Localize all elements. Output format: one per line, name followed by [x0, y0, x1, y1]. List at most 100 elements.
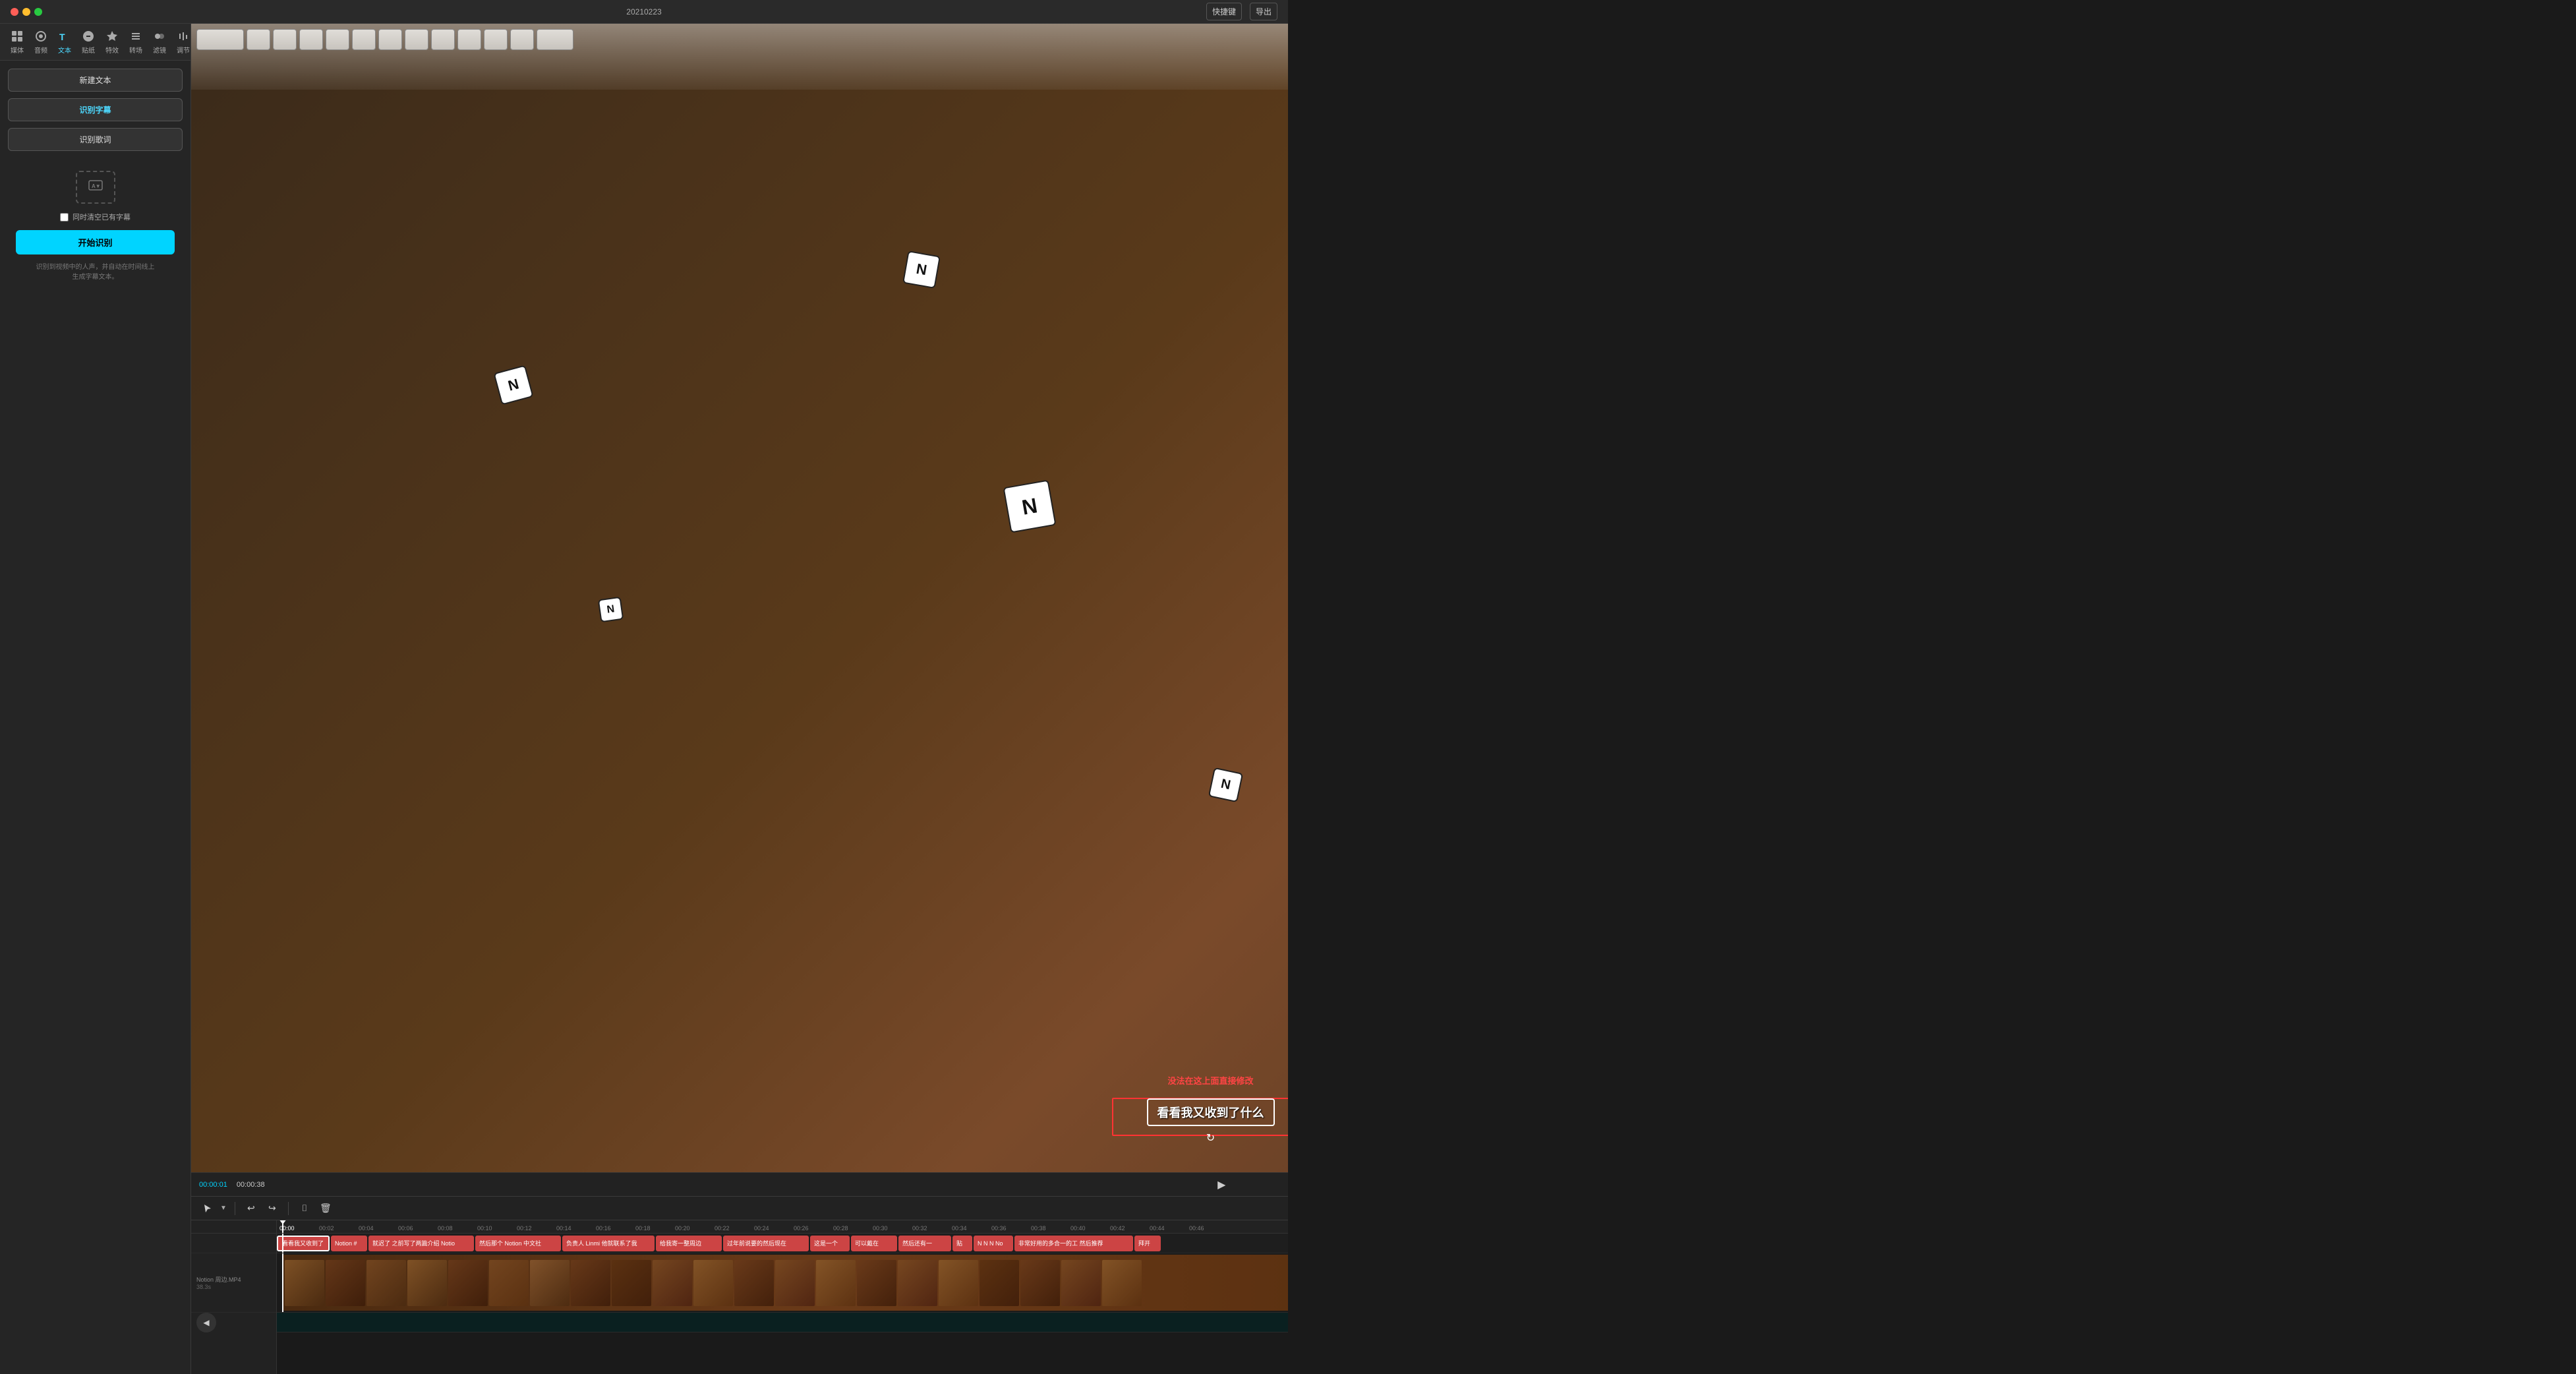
- audio-track: // Generate random waveform: [277, 1313, 1288, 1332]
- video-thumb-10: [653, 1260, 692, 1306]
- toolbar-audio[interactable]: 音频: [29, 27, 53, 57]
- title-right-actions: 快捷键 导出: [1206, 3, 1277, 20]
- main-area: 媒体 音频 T 文本 贴纸 特效: [0, 24, 1288, 1374]
- video-notice-text: 没法在这上面直接修改: [1167, 1074, 1253, 1087]
- video-thumb-17: [939, 1260, 978, 1306]
- notion-block-center: N: [1003, 479, 1057, 533]
- subtitle-clip-4[interactable]: 负责人 Linmi 他就联系了我: [562, 1236, 655, 1251]
- toolbar-effect[interactable]: 特效: [100, 27, 124, 57]
- recognize-hint: 识别到视频中的人声，并自动在时间线上生成字幕文本。: [36, 262, 155, 282]
- timeline-main: Notion 周边.MP4 38.3s ◀: [191, 1220, 1288, 1374]
- shortcut-button[interactable]: 快捷键: [1206, 3, 1242, 20]
- ruler-time-8: 00:08: [435, 1225, 475, 1232]
- select-tool-button[interactable]: [199, 1201, 215, 1216]
- notion-block-2: N: [902, 251, 941, 289]
- duration: 00:00:38: [237, 1181, 265, 1189]
- play-button[interactable]: ▶: [272, 1177, 1288, 1193]
- subtitle-clip-3[interactable]: 然后那个 Notion 中文社: [475, 1236, 561, 1251]
- lyric-detect-button[interactable]: 识别歌词: [8, 128, 183, 151]
- maximize-button[interactable]: [34, 8, 42, 16]
- toolbar-text[interactable]: T 文本: [53, 27, 76, 57]
- video-clip[interactable]: [282, 1255, 1288, 1311]
- video-panel: N N N N N N N N N N: [191, 24, 1288, 1196]
- subtitle-detect-button[interactable]: 识别字幕: [8, 98, 183, 121]
- select-dropdown-arrow[interactable]: ▼: [220, 1205, 227, 1212]
- video-thumb-7: [530, 1260, 570, 1306]
- recognize-area: A▼ 同时清空已有字幕 开始识别 识别到视频中的人声，并自动在时间线上生成字幕文…: [8, 158, 183, 1366]
- ruler-marks-container: 00:00 00:02 00:04 00:06 00:08 00:10 00:1…: [277, 1225, 1288, 1232]
- subtitle-clip-10[interactable]: 贴: [952, 1236, 972, 1251]
- video-thumb-11: [693, 1260, 733, 1306]
- undo-button[interactable]: ↩: [243, 1201, 259, 1216]
- subtitle-clip-11[interactable]: N N N No: [974, 1236, 1013, 1251]
- video-thumb-19: [1020, 1260, 1060, 1306]
- ruler-time-38: 00:38: [1028, 1225, 1068, 1232]
- subtitle-clip-8[interactable]: 可以戴在: [851, 1236, 897, 1251]
- subtitle-playhead: [282, 1234, 283, 1253]
- volume-button[interactable]: ◀: [196, 1313, 216, 1332]
- redo-button[interactable]: ↪: [264, 1201, 280, 1216]
- subtitle-clip-6[interactable]: 过年前说要的然后现在: [723, 1236, 809, 1251]
- title-bar: 20210223 快捷键 导出: [0, 0, 1288, 24]
- video-thumb-12: [734, 1260, 774, 1306]
- toolbar-media-label: 媒体: [11, 45, 24, 55]
- minimize-button[interactable]: [22, 8, 30, 16]
- svg-text:T: T: [59, 32, 65, 42]
- ruler-time-34: 00:34: [949, 1225, 989, 1232]
- video-track: [277, 1253, 1288, 1313]
- video-thumb-15: [857, 1260, 896, 1306]
- ruler-time-32: 00:32: [910, 1225, 949, 1232]
- delete-button[interactable]: 🗑: [318, 1201, 334, 1216]
- ruler-time-18: 00:18: [633, 1225, 672, 1232]
- left-panel: 媒体 音频 T 文本 贴纸 特效: [0, 24, 191, 1374]
- subtitle-clip-9[interactable]: 然后还有一: [898, 1236, 951, 1251]
- subtitle-clip-2[interactable]: 就迟了 之前写了两篇介绍 Notio: [368, 1236, 474, 1251]
- subtitle-clip-1[interactable]: Notion #: [331, 1236, 367, 1251]
- track-label-column: Notion 周边.MP4 38.3s ◀: [191, 1220, 277, 1374]
- toolbar-text-label: 文本: [58, 45, 71, 55]
- video-thumb-5: [448, 1260, 488, 1306]
- video-filename: Notion 周边.MP4: [196, 1275, 271, 1284]
- toolbar-media[interactable]: 媒体: [5, 27, 29, 57]
- notion-blocks-area: N N N N N N N N N N: [191, 24, 1288, 1172]
- ruler-time-10: 00:10: [475, 1225, 514, 1232]
- ruler-time-24: 00:24: [751, 1225, 791, 1232]
- video-playhead: [282, 1253, 283, 1312]
- subtitle-clip-12[interactable]: 非常好用的多合一的工 然后推荐: [1014, 1236, 1133, 1251]
- video-thumb-20: [1061, 1260, 1101, 1306]
- video-track-label: Notion 周边.MP4 38.3s: [191, 1253, 276, 1313]
- toolbar-transition-label: 转场: [129, 45, 142, 55]
- video-placeholder: N N N N N N N N N N: [191, 24, 1288, 1172]
- start-recognize-button[interactable]: 开始识别: [16, 230, 175, 254]
- video-thumb-18: [980, 1260, 1019, 1306]
- split-button[interactable]: ⌷: [297, 1201, 312, 1216]
- subtitle-clip-13[interactable]: 拜开: [1134, 1236, 1161, 1251]
- close-button[interactable]: [11, 8, 18, 16]
- ruler-time-26: 00:26: [791, 1225, 831, 1232]
- timeline-ruler: 00:00 00:02 00:04 00:06 00:08 00:10 00:1…: [277, 1220, 1288, 1234]
- subtitle-text-overlay: 看看我又收到了什么: [1147, 1098, 1275, 1126]
- ruler-label-spacer: [191, 1220, 276, 1234]
- ruler-time-4: 00:04: [356, 1225, 395, 1232]
- subtitle-clip-5[interactable]: 给我寄一整周边: [656, 1236, 722, 1251]
- toolbar-filter[interactable]: 滤镜: [148, 27, 171, 57]
- ruler-time-28: 00:28: [831, 1225, 870, 1232]
- subtitle-clip-7[interactable]: 这是一个: [810, 1236, 850, 1251]
- subtitle-clip-0[interactable]: 看看我又收到了: [277, 1236, 330, 1251]
- notion-block-1: N: [493, 365, 533, 405]
- toolbar-audio-label: 音频: [34, 45, 47, 55]
- video-thumb-9: [612, 1260, 651, 1306]
- ruler-time-36: 00:36: [989, 1225, 1028, 1232]
- export-button[interactable]: 导出: [1250, 3, 1277, 20]
- window-title: 20210223: [626, 7, 661, 16]
- video-thumb-4: [407, 1260, 447, 1306]
- toolbar-transition[interactable]: 转场: [124, 27, 148, 57]
- subtitle-track: 看看我又收到了 Notion # 就迟了 之前写了两篇介绍 Notio 然后那个…: [277, 1234, 1288, 1253]
- new-text-button[interactable]: 新建文本: [8, 69, 183, 92]
- rotate-handle[interactable]: ↻: [1206, 1131, 1215, 1145]
- waveform-svg: // Generate random waveform: [285, 1315, 1288, 1330]
- clear-subtitles-checkbox[interactable]: [60, 213, 69, 222]
- ruler-time-12: 00:12: [514, 1225, 554, 1232]
- toolbar-sticker[interactable]: 贴纸: [76, 27, 100, 57]
- timeline-scroll-content[interactable]: 00:00 00:02 00:04 00:06 00:08 00:10 00:1…: [277, 1220, 1288, 1374]
